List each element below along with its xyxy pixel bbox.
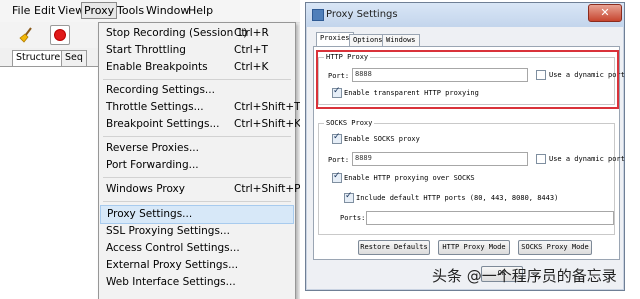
view-tabs: Structure Seq <box>0 50 98 68</box>
menu-item-throttle-settings[interactable]: Throttle Settings... Ctrl+Shift+T <box>100 99 300 116</box>
menu-proxy[interactable]: Proxy <box>81 2 118 19</box>
proxy-settings-dialog: Proxy Settings ✕ Proxies Options Windows… <box>305 2 625 291</box>
socks-proxy-mode-button[interactable]: SOCKS Proxy Mode <box>518 240 592 255</box>
highlight-box <box>316 50 619 109</box>
menu-file[interactable]: File <box>10 3 32 18</box>
ports-label: Ports: <box>340 214 366 222</box>
menu-item-windows-proxy[interactable]: Windows Proxy Ctrl+Shift+P <box>100 181 300 198</box>
menu-item-enable-breakpoints[interactable]: Enable Breakpoints Ctrl+K <box>100 59 294 76</box>
socks-proxy-group-title: SOCKS Proxy <box>324 119 375 127</box>
menu-item-access-control-settings[interactable]: Access Control Settings... <box>100 240 294 257</box>
menu-item-web-interface-settings[interactable]: Web Interface Settings... <box>100 274 294 291</box>
socks-dynamic-port-checkbox[interactable] <box>536 154 546 164</box>
close-button[interactable]: ✕ <box>588 4 622 22</box>
menu-item-stop-recording[interactable]: Stop Recording (Session 1) Ctrl+R <box>100 25 294 42</box>
watermark: 头条 @一个程序员的备忘录 <box>432 267 617 285</box>
menu-separator <box>103 177 291 178</box>
menu-window[interactable]: Window <box>144 3 191 18</box>
menu-item-ssl-proxying-settings[interactable]: SSL Proxying Settings... <box>100 223 294 240</box>
menu-item-reverse-proxies[interactable]: Reverse Proxies... <box>100 140 294 157</box>
socks-port-field[interactable]: 8889 <box>352 152 528 166</box>
http-over-socks-checkbox[interactable] <box>332 171 342 183</box>
menu-item-start-throttling[interactable]: Start Throttling Ctrl+T <box>100 42 294 59</box>
menu-item-proxy-settings[interactable]: Proxy Settings... <box>100 205 294 224</box>
restore-defaults-button[interactable]: Restore Defaults <box>358 240 430 255</box>
toolbar <box>0 22 98 48</box>
app-window: File Edit View Proxy Tools Window Help S… <box>0 0 300 299</box>
socks-dynamic-port-label: Use a dynamic port <box>549 155 625 163</box>
menu-tools[interactable]: Tools <box>115 3 146 18</box>
http-proxy-mode-button[interactable]: HTTP Proxy Mode <box>438 240 510 255</box>
dialog-title: Proxy Settings <box>326 9 398 20</box>
session-tree <box>0 66 98 299</box>
menu-edit[interactable]: Edit <box>32 3 57 18</box>
menu-item-port-forwarding[interactable]: Port Forwarding... <box>100 157 294 174</box>
http-over-socks-label: Enable HTTP proxying over SOCKS <box>344 174 475 182</box>
menu-help[interactable]: Help <box>186 3 215 18</box>
menu-item-recording-settings[interactable]: Recording Settings... <box>100 82 294 99</box>
menu-separator <box>103 136 291 137</box>
app-icon <box>312 9 324 21</box>
proxies-tab-panel: HTTP Proxy Port: 8888 Use a dynamic port… <box>313 46 625 260</box>
proxy-menu-dropdown: Stop Recording (Session 1) Ctrl+R Start T… <box>98 22 300 299</box>
enable-socks-label: Enable SOCKS proxy <box>344 135 420 143</box>
record-button[interactable] <box>50 25 70 45</box>
menu-bar: File Edit View Proxy Tools Window Help <box>0 0 300 23</box>
include-default-ports-checkbox[interactable] <box>344 191 354 203</box>
ports-field[interactable] <box>366 211 614 225</box>
include-default-ports-label: Include default HTTP ports (80, 443, 808… <box>356 194 559 202</box>
socks-port-label: Port: <box>328 156 350 164</box>
menu-item-external-proxy-settings[interactable]: External Proxy Settings... <box>100 257 294 274</box>
menu-separator <box>103 201 291 202</box>
record-icon <box>55 30 65 40</box>
menu-item-breakpoint-settings[interactable]: Breakpoint Settings... Ctrl+Shift+K <box>100 116 300 133</box>
enable-socks-checkbox[interactable] <box>332 132 342 144</box>
broom-icon[interactable] <box>16 25 36 45</box>
menu-separator <box>103 79 291 80</box>
